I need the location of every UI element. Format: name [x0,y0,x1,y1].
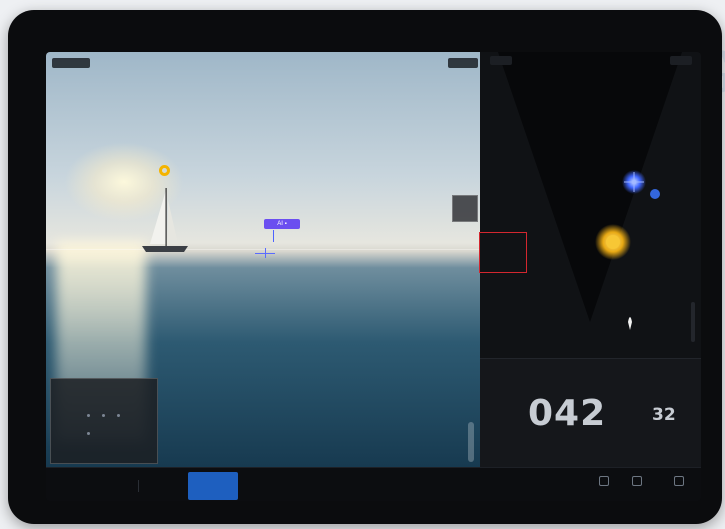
side-tool-button[interactable] [452,195,478,222]
radar-graphic [490,52,695,342]
toolbar-right-item-3[interactable] [666,476,692,488]
camera-scrollbar[interactable] [468,422,474,462]
bottom-toolbar [46,467,701,501]
toolbar-active-button[interactable] [188,472,238,500]
camera-status-chip[interactable] [52,58,90,68]
toolbar-right-item-1[interactable] [591,476,617,488]
radar-scrollbar [691,302,695,342]
minimap-panel[interactable] [50,378,158,464]
ai-tag-stem [273,230,274,242]
ai-detection-tag[interactable]: AI ▪ [264,219,300,229]
highlight-box [479,232,527,273]
toolbar-separator [138,480,139,492]
target-ring-icon[interactable] [159,165,170,176]
camera-view[interactable]: AI ▪ [46,52,480,467]
readout-panel: 042 32 [480,358,701,468]
radar-panel[interactable] [480,52,701,358]
toolbar-right-icon-1 [599,476,609,486]
toolbar-right-icon-2 [632,476,642,486]
toolbar-right-icon-3 [674,476,684,486]
sailboat-icon [142,188,188,252]
radar-chip-right [670,56,692,65]
crosshair-icon [255,248,275,258]
secondary-readout-value: 32 [652,405,676,425]
minimap-dots [81,407,131,435]
tablet-frame: AI ▪ 042 32 [8,10,722,524]
own-ship-icon [628,317,632,330]
toolbar-right-item-2[interactable] [624,476,650,488]
app-screen: AI ▪ 042 32 [46,52,701,501]
radar-chip-left [490,56,512,65]
camera-mode-chip[interactable] [448,58,478,68]
primary-readout-value: 042 [528,393,607,434]
